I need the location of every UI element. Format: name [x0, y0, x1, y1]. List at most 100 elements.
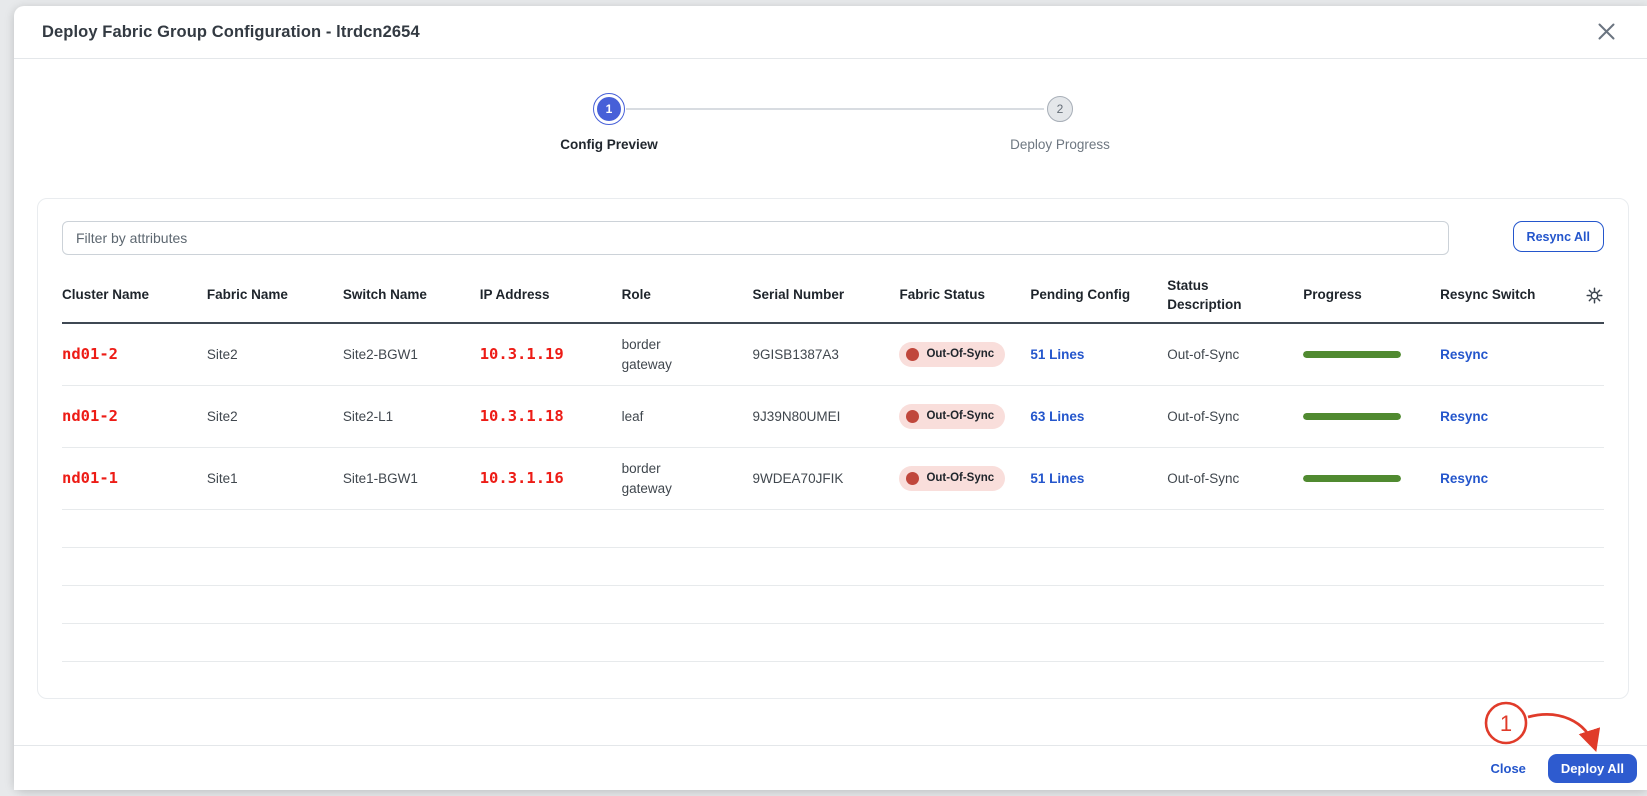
table-row: nd01-2 Site2 Site2-L1 10.3.1.18 leaf 9J3… — [62, 386, 1604, 448]
progress-bar — [1303, 413, 1401, 420]
progress-cell — [1303, 413, 1440, 420]
step-2-label: Deploy Progress — [1010, 137, 1110, 152]
role-cell: leaf — [622, 407, 753, 427]
column-header-role: Role — [622, 286, 753, 304]
role-cell: border gateway — [622, 335, 753, 374]
column-header-cluster-name: Cluster Name — [62, 286, 207, 304]
column-header-progress: Progress — [1303, 286, 1440, 304]
gear-icon — [1585, 286, 1604, 305]
progress-track — [1303, 413, 1401, 420]
status-dot-icon — [906, 348, 919, 361]
pending-config-link[interactable]: 51 Lines — [1030, 347, 1084, 362]
empty-table-row — [62, 586, 1604, 624]
fabric-status-badge: Out-Of-Sync — [899, 466, 1005, 492]
dialog-header: Deploy Fabric Group Configuration - ltrd… — [14, 6, 1647, 59]
column-header-status-description: Status Description — [1167, 277, 1303, 313]
resync-switch-cell: Resync — [1440, 345, 1580, 365]
table-row: nd01-2 Site2 Site2-BGW1 10.3.1.19 border… — [62, 324, 1604, 386]
progress-cell — [1303, 475, 1440, 482]
pending-config-cell: 63 Lines — [1030, 407, 1167, 427]
fabric-status-badge: Out-Of-Sync — [899, 404, 1005, 430]
close-dialog-button[interactable] — [1590, 15, 1622, 47]
wizard-stepper: 1 Config Preview 2 Deploy Progress — [14, 59, 1647, 191]
fabric-status-text: Out-Of-Sync — [926, 408, 994, 425]
serial-number-cell: 9GISB1387A3 — [753, 345, 900, 365]
fabric-name-cell: Site2 — [207, 345, 343, 365]
dialog-footer: Close Deploy All — [14, 745, 1647, 790]
status-dot-icon — [906, 410, 919, 423]
column-header-fabric-name: Fabric Name — [207, 286, 343, 304]
resync-switch-cell: Resync — [1440, 407, 1580, 427]
role-cell: border gateway — [622, 459, 753, 498]
fabric-status-cell: Out-Of-Sync — [899, 466, 1030, 492]
dialog-title: Deploy Fabric Group Configuration - ltrd… — [42, 23, 420, 42]
fabric-status-badge: Out-Of-Sync — [899, 342, 1005, 368]
column-header-fabric-status: Fabric Status — [899, 286, 1030, 304]
fabric-status-cell: Out-Of-Sync — [899, 342, 1030, 368]
status-description-cell: Out-of-Sync — [1167, 345, 1303, 365]
callout-arrow — [1528, 714, 1595, 748]
fabric-status-cell: Out-Of-Sync — [899, 404, 1030, 430]
resync-link[interactable]: Resync — [1440, 347, 1488, 362]
resync-link[interactable]: Resync — [1440, 409, 1488, 424]
progress-track — [1303, 351, 1401, 358]
switch-name-cell: Site2-BGW1 — [343, 345, 480, 365]
ip-address-cell: 10.3.1.16 — [480, 467, 622, 489]
step-1-label: Config Preview — [560, 137, 658, 152]
column-header-ip-address: IP Address — [480, 286, 622, 304]
status-dot-icon — [906, 472, 919, 485]
callout-circle — [1486, 703, 1526, 743]
status-description-cell: Out-of-Sync — [1167, 469, 1303, 489]
deploy-fabric-dialog: Deploy Fabric Group Configuration - ltrd… — [14, 6, 1647, 790]
step-2-number: 2 — [1047, 96, 1073, 122]
resync-link[interactable]: Resync — [1440, 471, 1488, 486]
table-toolbar: Resync All — [38, 199, 1628, 269]
cluster-name-cell: nd01-2 — [62, 343, 207, 365]
empty-table-row — [62, 548, 1604, 586]
step-2-circle: 2 — [1044, 93, 1076, 125]
resync-switch-cell: Resync — [1440, 469, 1580, 489]
empty-table-row — [62, 510, 1604, 548]
status-description-cell: Out-of-Sync — [1167, 407, 1303, 427]
serial-number-cell: 9WDEA70JFIK — [753, 469, 900, 489]
table-header-row: Cluster Name Fabric Name Switch Name IP … — [62, 269, 1604, 324]
switches-table: Cluster Name Fabric Name Switch Name IP … — [62, 269, 1604, 699]
filter-input[interactable] — [62, 221, 1449, 255]
pending-config-cell: 51 Lines — [1030, 345, 1167, 365]
switch-name-cell: Site2-L1 — [343, 407, 480, 427]
step-1-circle: 1 — [593, 93, 625, 125]
stepper-connector — [626, 108, 1045, 110]
ip-address-cell: 10.3.1.19 — [480, 343, 622, 365]
resync-all-button[interactable]: Resync All — [1513, 221, 1604, 252]
close-icon — [1594, 19, 1619, 44]
column-header-serial-number: Serial Number — [753, 286, 900, 304]
progress-bar — [1303, 475, 1401, 482]
fabric-name-cell: Site1 — [207, 469, 343, 489]
pending-config-cell: 51 Lines — [1030, 469, 1167, 489]
progress-track — [1303, 475, 1401, 482]
column-header-switch-name: Switch Name — [343, 286, 480, 304]
column-header-resync-switch: Resync Switch — [1440, 286, 1580, 304]
progress-bar — [1303, 351, 1401, 358]
step-1-number: 1 — [597, 97, 621, 121]
ip-address-cell: 10.3.1.18 — [480, 405, 622, 427]
cluster-name-cell: nd01-2 — [62, 405, 207, 427]
table-settings-button[interactable] — [1585, 286, 1604, 305]
pending-config-link[interactable]: 51 Lines — [1030, 471, 1084, 486]
fabric-status-text: Out-Of-Sync — [926, 346, 994, 363]
deploy-all-button[interactable]: Deploy All — [1548, 754, 1637, 783]
close-button[interactable]: Close — [1491, 761, 1526, 776]
serial-number-cell: 9J39N80UMEI — [753, 407, 900, 427]
column-header-pending-config: Pending Config — [1030, 286, 1167, 304]
table-body: nd01-2 Site2 Site2-BGW1 10.3.1.19 border… — [62, 324, 1604, 699]
empty-table-row — [62, 662, 1604, 699]
progress-cell — [1303, 351, 1440, 358]
empty-table-row — [62, 624, 1604, 662]
fabric-name-cell: Site2 — [207, 407, 343, 427]
pending-config-link[interactable]: 63 Lines — [1030, 409, 1084, 424]
switch-name-cell: Site1-BGW1 — [343, 469, 480, 489]
cluster-name-cell: nd01-1 — [62, 467, 207, 489]
fabric-status-text: Out-Of-Sync — [926, 470, 994, 487]
callout-number: 1 — [1500, 711, 1512, 736]
table-row: nd01-1 Site1 Site1-BGW1 10.3.1.16 border… — [62, 448, 1604, 510]
